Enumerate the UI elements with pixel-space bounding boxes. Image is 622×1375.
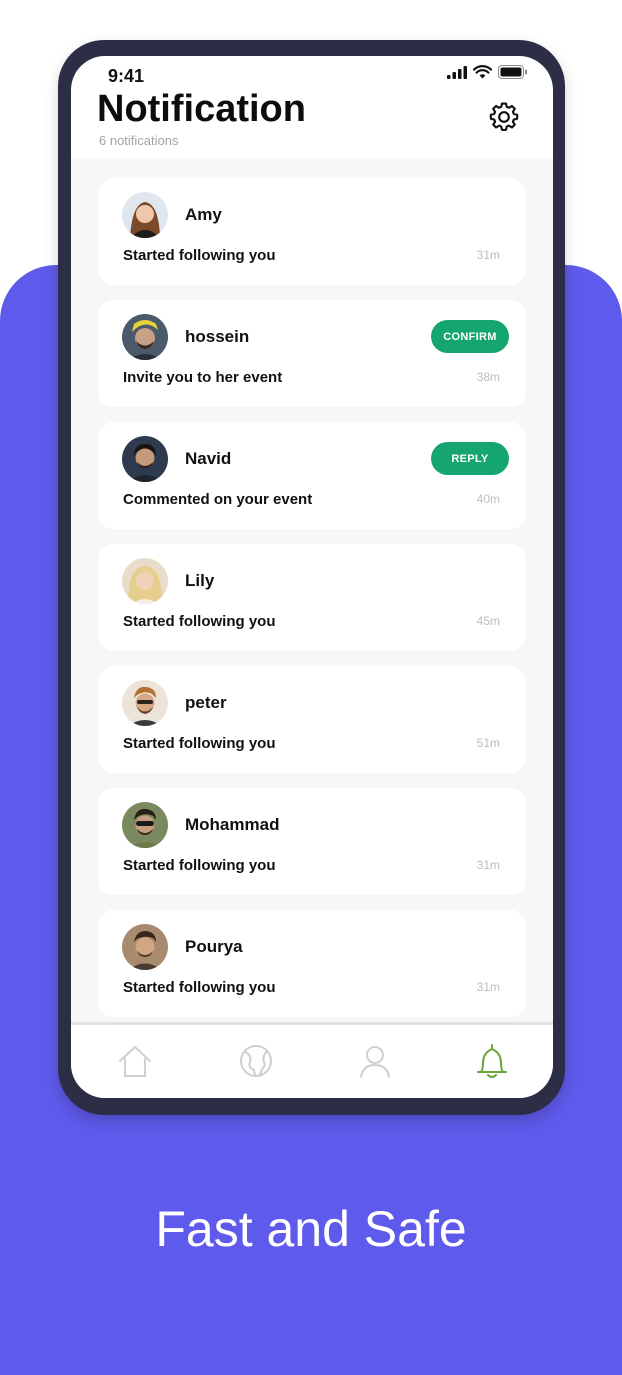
phone-frame: 9:41 Notification 6 notifications Amy St… (58, 40, 565, 1115)
avatar[interactable] (122, 558, 168, 604)
notification-message: Started following you (123, 735, 276, 752)
notification-card[interactable]: Amy Started following you 31m (98, 178, 526, 285)
signal-icon (447, 65, 467, 79)
notification-time: 31m (476, 858, 500, 872)
avatar[interactable] (122, 924, 168, 970)
notification-message: Started following you (123, 247, 276, 264)
notification-message: Started following you (123, 613, 276, 630)
notification-message: Started following you (123, 979, 276, 996)
confirm-button[interactable]: CONFIRM (431, 320, 509, 353)
page-title: Notification (97, 88, 306, 130)
user-icon[interactable] (355, 1041, 395, 1081)
notification-card[interactable]: Navid REPLY Commented on your event 40m (98, 422, 526, 529)
notification-card[interactable]: Pourya Started following you 31m (98, 910, 526, 1017)
user-name[interactable]: hossein (185, 327, 249, 347)
notification-message: Commented on your event (123, 491, 313, 508)
notification-time: 51m (476, 736, 500, 750)
battery-icon (498, 65, 527, 79)
home-icon[interactable] (115, 1041, 155, 1081)
notification-card[interactable]: Lily Started following you 45m (98, 544, 526, 651)
user-name[interactable]: Mohammad (185, 815, 279, 835)
status-icons (447, 65, 527, 79)
avatar[interactable] (122, 436, 168, 482)
notification-message: Invite you to her event (123, 369, 283, 386)
notification-time: 31m (476, 248, 500, 262)
tab-bar (71, 1022, 553, 1098)
user-name[interactable]: Navid (185, 449, 231, 469)
notification-list[interactable]: Amy Started following you 31m hossein CO… (71, 158, 553, 1022)
user-name[interactable]: Pourya (185, 937, 243, 957)
notification-time: 38m (476, 370, 500, 384)
wifi-icon (473, 65, 492, 79)
avatar[interactable] (122, 802, 168, 848)
notification-count: 6 notifications (99, 133, 179, 148)
globe-icon[interactable] (236, 1041, 276, 1081)
avatar[interactable] (122, 192, 168, 238)
status-time: 9:41 (108, 66, 145, 86)
notification-time: 40m (476, 492, 500, 506)
notification-card[interactable]: Mohammad Started following you 31m (98, 788, 526, 895)
avatar[interactable] (122, 680, 168, 726)
phone-screen: 9:41 Notification 6 notifications Amy St… (71, 56, 553, 1098)
user-name[interactable]: peter (185, 693, 227, 713)
notification-card[interactable]: peter Started following you 51m (98, 666, 526, 773)
notification-time: 45m (476, 614, 500, 628)
bell-icon[interactable] (472, 1041, 512, 1081)
reply-button[interactable]: REPLY (431, 442, 509, 475)
notification-card[interactable]: hossein CONFIRM Invite you to her event … (98, 300, 526, 407)
avatar[interactable] (122, 314, 168, 360)
user-name[interactable]: Amy (185, 205, 222, 225)
notification-message: Started following you (123, 857, 276, 874)
tagline: Fast and Safe (155, 1201, 467, 1257)
notification-time: 31m (476, 980, 500, 994)
user-name[interactable]: Lily (185, 571, 214, 591)
gear-icon[interactable] (487, 100, 521, 134)
